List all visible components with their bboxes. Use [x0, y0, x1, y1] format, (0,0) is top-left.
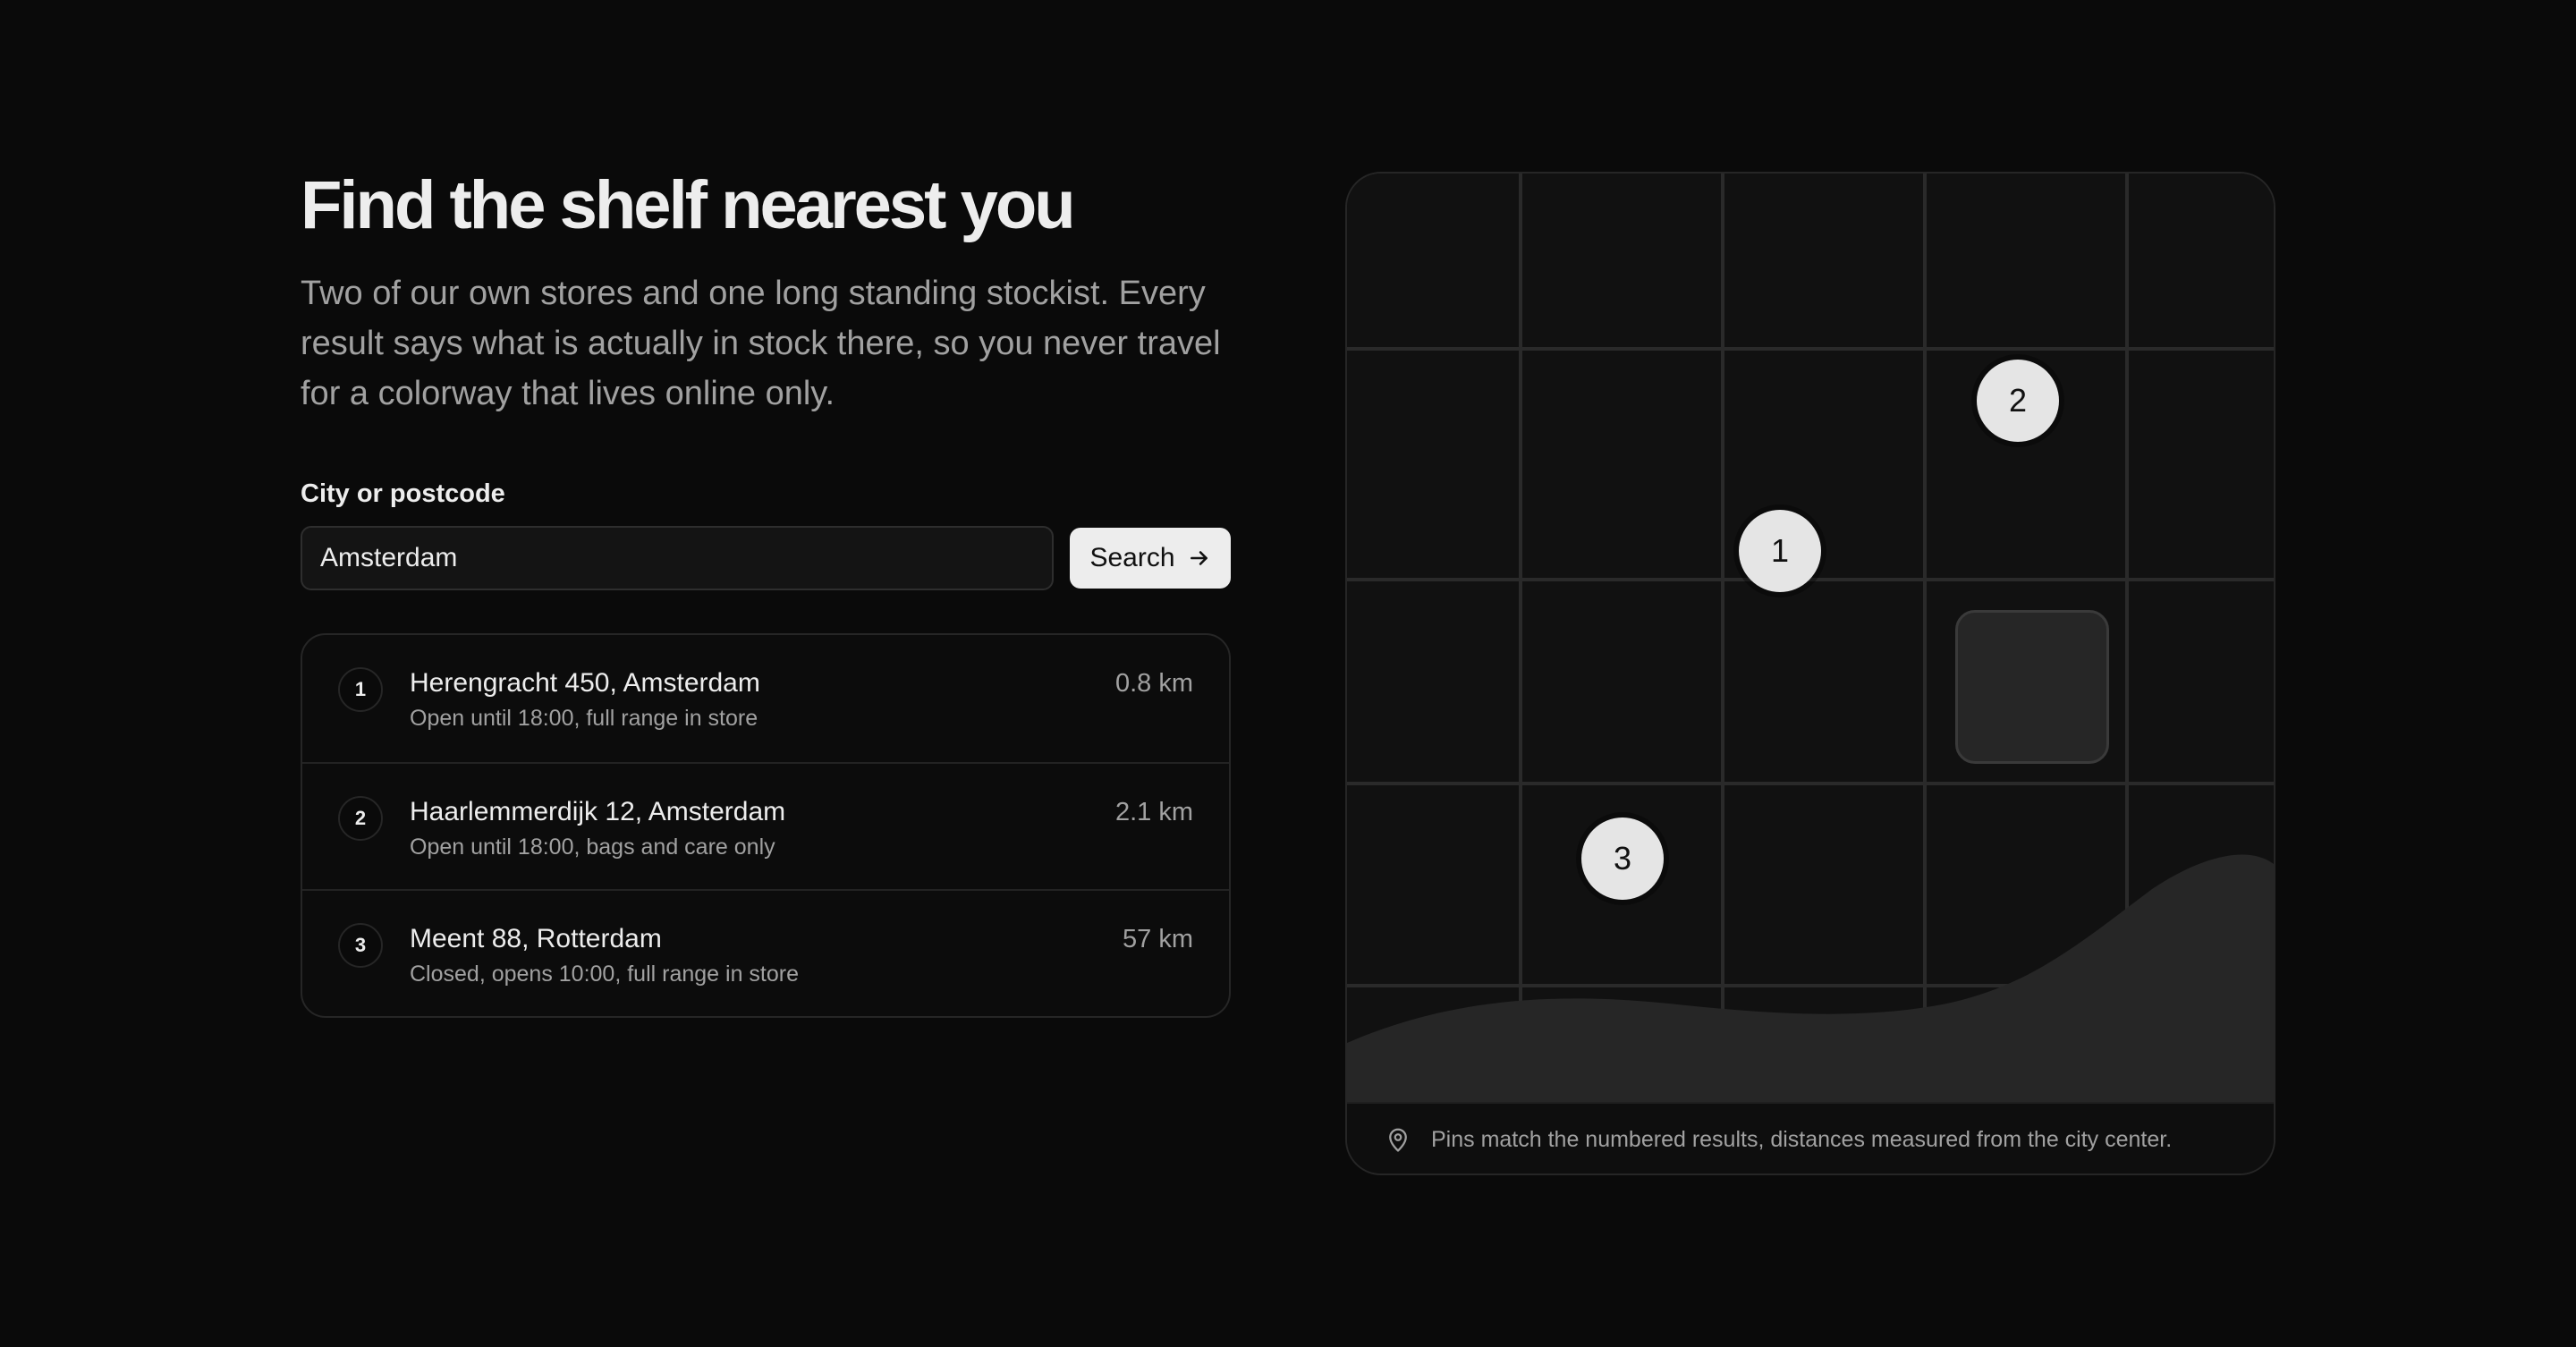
map-building-block: [1955, 610, 2109, 764]
arrow-right-icon: [1190, 551, 1208, 565]
result-item[interactable]: 3 Meent 88, Rotterdam Closed, opens 10:0…: [302, 889, 1229, 1016]
map-card: 1 2 3 Pins match the numbered results, d…: [1345, 172, 2275, 1175]
result-detail: Open until 18:00, full range in store: [410, 706, 758, 731]
result-distance: 2.1 km: [1114, 798, 1193, 826]
map-footer: Pins match the numbered results, distanc…: [1347, 1102, 2274, 1173]
result-detail: Closed, opens 10:00, full range in store: [410, 962, 799, 987]
search-button-label: Search: [1089, 543, 1175, 572]
store-locator-page: Find the shelf nearest you Two of our ow…: [0, 0, 2576, 1347]
result-distance: 0.8 km: [1114, 669, 1193, 698]
result-item[interactable]: 1 Herengracht 450, Amsterdam Open until …: [302, 635, 1229, 762]
city-search-input[interactable]: [301, 526, 1054, 590]
result-distance: 57 km: [1123, 925, 1193, 953]
result-number-badge: 3: [338, 923, 383, 968]
result-name: Herengracht 450, Amsterdam: [410, 668, 760, 698]
map-pin[interactable]: 2: [1977, 360, 2059, 442]
search-form: Search: [301, 526, 1231, 590]
page-title: Find the shelf nearest you: [301, 167, 1076, 243]
result-name: Haarlemmerdijk 12, Amsterdam: [410, 797, 786, 826]
page-description: Two of our own stores and one long stand…: [301, 275, 1221, 412]
city-field-label: City or postcode: [301, 479, 505, 508]
result-name: Meent 88, Rotterdam: [410, 924, 662, 953]
map-water-shape: [1347, 854, 2274, 1102]
result-item[interactable]: 2 Haarlemmerdijk 12, Amsterdam Open unti…: [302, 762, 1229, 889]
map-pin-icon: [1389, 1128, 1407, 1152]
result-number-badge: 2: [338, 796, 383, 841]
results-list: 1 Herengracht 450, Amsterdam Open until …: [301, 633, 1231, 1018]
map-street-grid: [1347, 174, 2274, 1102]
search-button[interactable]: Search: [1070, 528, 1231, 589]
result-detail: Open until 18:00, bags and care only: [410, 834, 775, 860]
map-pin[interactable]: 3: [1581, 818, 1664, 900]
map-canvas[interactable]: 1 2 3: [1347, 174, 2274, 1102]
locator-panel: Find the shelf nearest you Two of our ow…: [301, 165, 1231, 1018]
map-pin[interactable]: 1: [1739, 510, 1821, 592]
map-footer-note: Pins match the numbered results, distanc…: [1431, 1126, 2173, 1152]
result-number-badge: 1: [338, 667, 383, 712]
